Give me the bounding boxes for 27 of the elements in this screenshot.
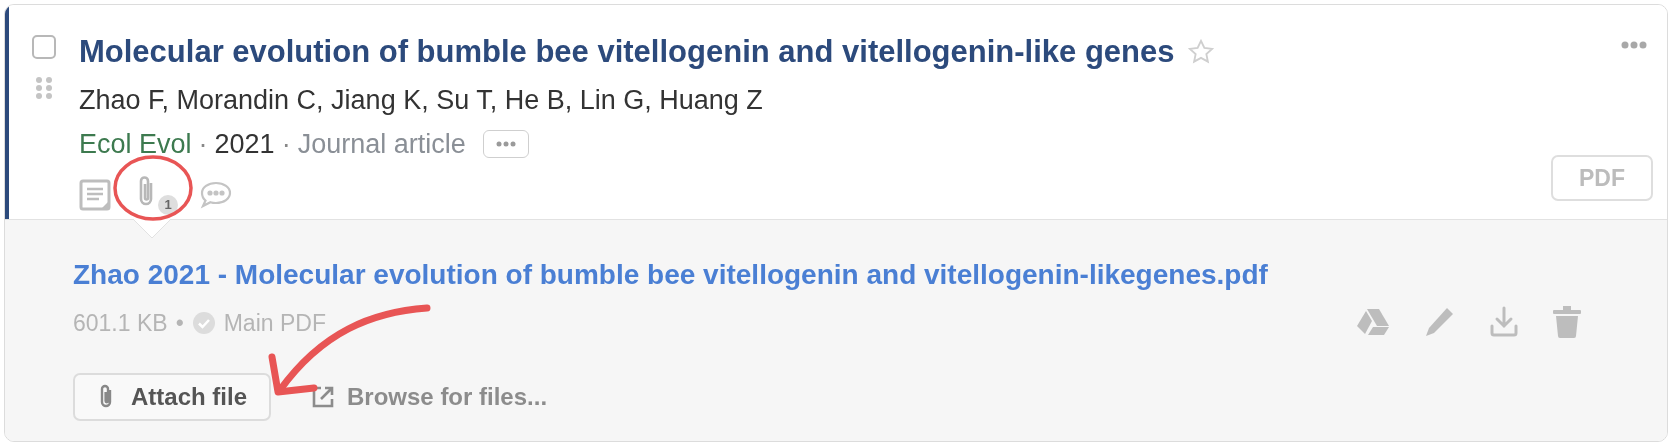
year: 2021: [214, 128, 275, 161]
separator: ·: [281, 128, 291, 161]
attachment-count-badge: 1: [158, 194, 178, 215]
more-button[interactable]: [482, 130, 529, 159]
attach-file-button[interactable]: Attach file: [73, 372, 271, 421]
trash-icon[interactable]: [1553, 306, 1581, 339]
pdf-button[interactable]: PDF: [1551, 155, 1653, 201]
checkbox[interactable]: [32, 35, 56, 59]
browse-files-link[interactable]: Browse for files...: [311, 378, 548, 415]
more-options-icon[interactable]: [1621, 41, 1647, 49]
authors: Zhao F, Morandin C, Jiang K, Su T, He B, Lin G, Huang Z: [79, 83, 764, 117]
ellipsis-icon: [495, 141, 516, 148]
separator: ·: [198, 128, 208, 161]
journal-name: Ecol Evol: [79, 128, 192, 161]
notes-icon[interactable]: [79, 178, 111, 211]
pencil-icon[interactable]: [1423, 306, 1455, 339]
file-link[interactable]: Zhao 2021 - Molecular evolution of bumble bee vitellogenin and vitellogenin-likegenes.pdf: [73, 254, 1357, 296]
file-size: 601.1 KB: [73, 309, 168, 338]
separator: •: [175, 309, 184, 338]
download-icon[interactable]: [1489, 306, 1519, 339]
drag-handle-icon[interactable]: [35, 77, 53, 99]
external-link-icon: [311, 384, 335, 409]
speech-bubble-icon[interactable]: [199, 179, 233, 210]
main-pdf-label: Main PDF: [223, 309, 326, 338]
item-type: Journal article: [297, 128, 466, 161]
item-title[interactable]: Molecular evolution of bumble bee vitellogenin and vitellogenin-like genes: [79, 29, 1175, 76]
drive-icon[interactable]: [1357, 307, 1389, 338]
